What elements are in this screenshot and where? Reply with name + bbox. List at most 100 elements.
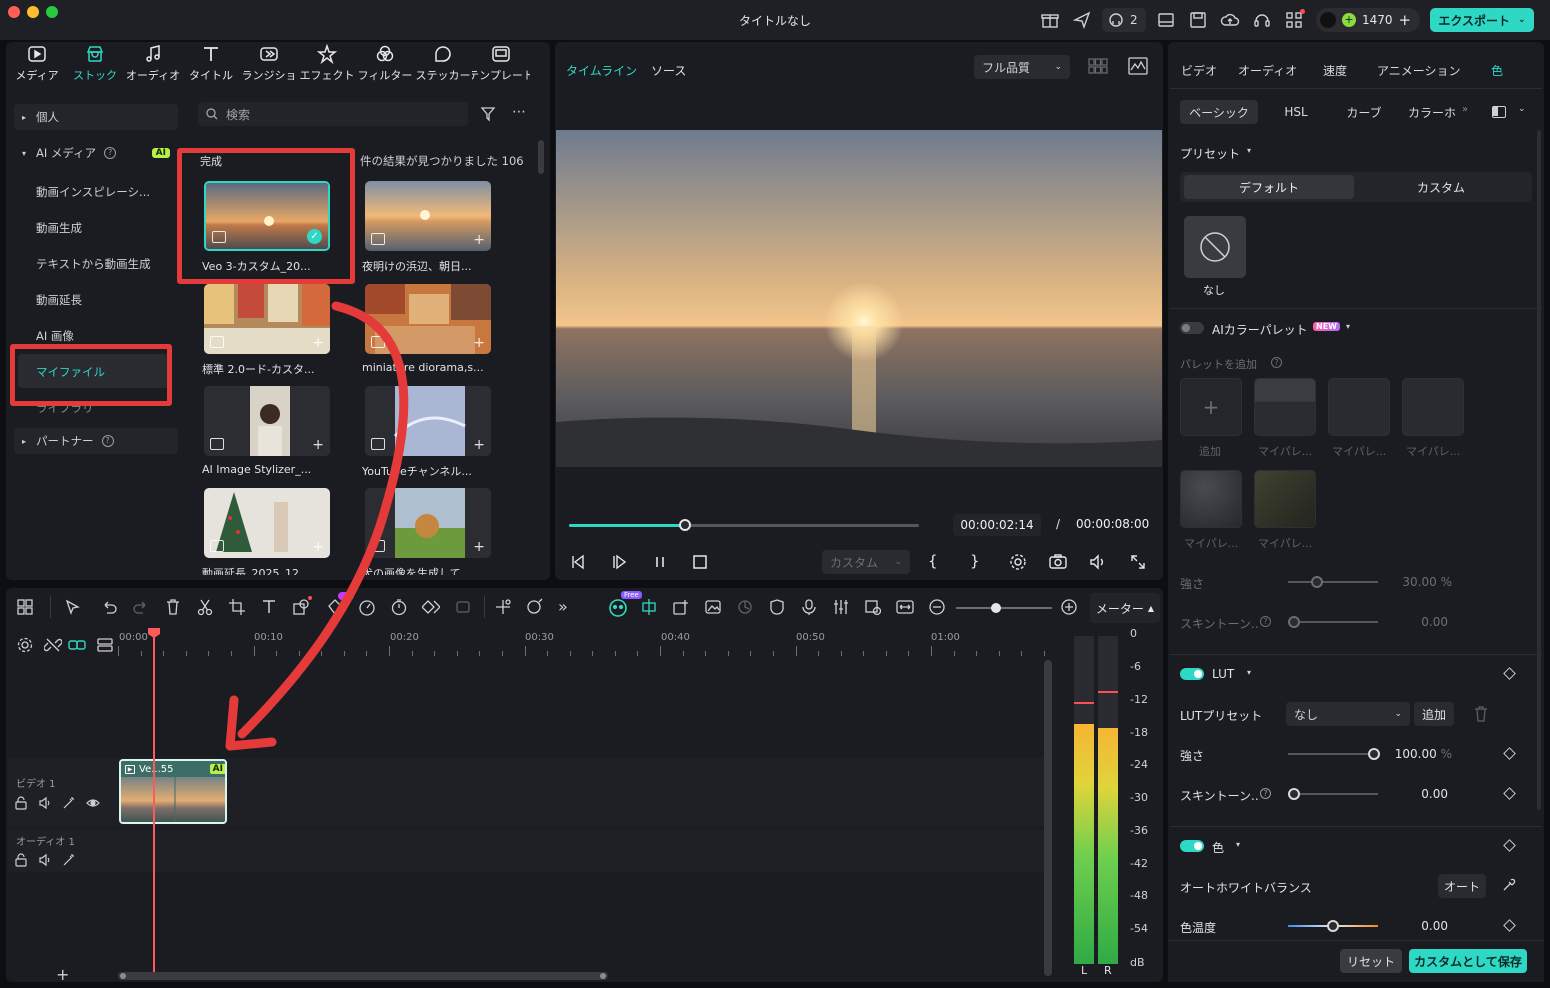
ai-palette-toggle[interactable] bbox=[1180, 322, 1204, 334]
sidebar-item-ai-media[interactable]: ▾ AI メディア ? AI bbox=[14, 140, 178, 166]
media-thumb-dawn-beach[interactable]: + bbox=[365, 181, 491, 251]
settings-gear-icon[interactable] bbox=[1008, 552, 1028, 572]
search-box[interactable]: 検索 bbox=[198, 102, 468, 126]
timeline-video-clip[interactable]: ▶ Ve...55 AI bbox=[119, 759, 227, 824]
preview-canvas[interactable] bbox=[556, 130, 1162, 467]
magic-wand-icon[interactable] bbox=[62, 853, 76, 867]
sidebar-item-ai-image[interactable]: AI 画像 bbox=[36, 328, 74, 344]
tab-speed[interactable]: 速度 bbox=[1323, 62, 1347, 79]
sidebar-item-video-inspiration[interactable]: 動画インスピレーシ... bbox=[36, 184, 150, 200]
palette-swatch[interactable] bbox=[1328, 378, 1390, 436]
lock-icon[interactable] bbox=[14, 796, 28, 810]
insert-icon[interactable] bbox=[672, 598, 690, 616]
cloud-upload-icon[interactable] bbox=[1220, 10, 1240, 30]
stop-icon[interactable] bbox=[690, 552, 710, 572]
layout-grid-icon[interactable] bbox=[16, 598, 34, 616]
scope-icon[interactable] bbox=[1128, 57, 1148, 75]
custom-dropdown[interactable]: カスタム ⌄ bbox=[822, 550, 910, 574]
tab-color[interactable]: 色 bbox=[1491, 62, 1503, 79]
delete-icon[interactable] bbox=[164, 598, 182, 616]
reset-button[interactable]: リセット bbox=[1340, 949, 1402, 973]
send-icon[interactable] bbox=[1072, 10, 1092, 30]
tab-stock[interactable]: ストック bbox=[66, 44, 124, 90]
preset-custom-button[interactable]: カスタム bbox=[1356, 175, 1526, 199]
eyedropper-icon[interactable] bbox=[1502, 878, 1516, 892]
export-button[interactable]: エクスポート ⌄ bbox=[1430, 8, 1534, 32]
redo-icon[interactable] bbox=[132, 598, 150, 616]
image-edit-icon[interactable] bbox=[704, 598, 722, 616]
subtab-curve[interactable]: カーブ bbox=[1340, 100, 1388, 124]
link-icon[interactable] bbox=[68, 636, 86, 654]
properties-scrollbar[interactable] bbox=[1537, 130, 1541, 810]
notifications-button[interactable]: 2 bbox=[1102, 8, 1146, 32]
layout-icon[interactable] bbox=[1156, 10, 1176, 30]
undo-icon[interactable] bbox=[100, 598, 118, 616]
sidebar-item-video-generation[interactable]: 動画生成 bbox=[36, 220, 82, 236]
tab-effect[interactable]: エフェクト bbox=[298, 44, 356, 90]
color-toggle[interactable] bbox=[1180, 840, 1204, 852]
zoom-out-icon[interactable] bbox=[928, 598, 946, 616]
help-icon[interactable]: ? bbox=[104, 147, 117, 159]
select-tool-icon[interactable] bbox=[64, 598, 82, 616]
add-icon[interactable]: + bbox=[473, 232, 485, 248]
speaker-icon[interactable] bbox=[38, 853, 52, 867]
tab-timeline[interactable]: タイムライン bbox=[566, 64, 637, 78]
ai-cut-icon[interactable] bbox=[494, 598, 512, 616]
zoom-in-icon[interactable] bbox=[1060, 598, 1078, 616]
ai-assistant-icon[interactable] bbox=[608, 598, 627, 617]
split-icon[interactable] bbox=[196, 598, 214, 616]
microphone-icon[interactable] bbox=[800, 598, 818, 616]
support-icon[interactable] bbox=[1252, 10, 1272, 30]
save-icon[interactable] bbox=[1188, 10, 1208, 30]
volume-icon[interactable] bbox=[1088, 552, 1108, 572]
more-options-icon[interactable]: ⋯ bbox=[512, 104, 527, 120]
caret-down-icon[interactable]: ▾ bbox=[1346, 322, 1350, 331]
chevron-down-icon[interactable]: ⌄ bbox=[1518, 104, 1526, 114]
unlink-icon[interactable] bbox=[44, 636, 62, 654]
add-icon[interactable]: + bbox=[473, 539, 485, 555]
add-track-icon[interactable] bbox=[96, 636, 114, 654]
render-icon[interactable] bbox=[864, 598, 882, 616]
snapshot-icon[interactable] bbox=[1048, 552, 1068, 572]
zoom-slider[interactable] bbox=[956, 603, 1052, 613]
lut-strength-slider[interactable] bbox=[1288, 748, 1380, 760]
caret-down-icon[interactable]: ▾ bbox=[1247, 668, 1251, 677]
tab-source[interactable]: ソース bbox=[651, 64, 686, 78]
tab-audio-props[interactable]: オーディオ bbox=[1238, 62, 1297, 79]
tab-filter[interactable]: フィルター bbox=[356, 44, 414, 90]
search-input[interactable]: 検索 bbox=[226, 106, 250, 123]
auto-reframe-icon[interactable] bbox=[736, 598, 754, 616]
tab-template[interactable]: テンプレート bbox=[472, 44, 530, 90]
add-track-button[interactable]: + bbox=[56, 965, 69, 984]
timeline-v-scrollbar[interactable] bbox=[1044, 660, 1052, 976]
add-palette-button[interactable]: + bbox=[1180, 378, 1242, 436]
ai-strength-slider[interactable] bbox=[1288, 576, 1378, 588]
more-tools-icon[interactable]: » bbox=[558, 598, 576, 616]
scene-detect-icon[interactable] bbox=[640, 598, 658, 616]
grid-view-icon[interactable] bbox=[1088, 58, 1108, 74]
palette-swatch[interactable] bbox=[1402, 378, 1464, 436]
tab-video[interactable]: ビデオ bbox=[1181, 62, 1217, 79]
help-icon[interactable]: ? bbox=[1271, 357, 1282, 368]
lut-skin-slider[interactable] bbox=[1288, 788, 1378, 800]
help-icon[interactable]: ? bbox=[1260, 788, 1271, 799]
help-icon[interactable]: ? bbox=[1260, 616, 1271, 627]
gift-icon[interactable] bbox=[1040, 10, 1060, 30]
tab-title[interactable]: タイトル bbox=[182, 44, 240, 90]
lut-add-button[interactable]: 追加 bbox=[1414, 702, 1454, 726]
apps-grid-icon[interactable] bbox=[1284, 9, 1305, 30]
speaker-icon[interactable] bbox=[38, 796, 52, 810]
fullscreen-icon[interactable] bbox=[1128, 552, 1148, 572]
playback-scrubber[interactable] bbox=[678, 519, 691, 531]
add-icon[interactable]: + bbox=[473, 437, 485, 453]
sidebar-item-partner[interactable]: ▸ パートナー ? bbox=[14, 428, 178, 454]
magic-wand-icon[interactable] bbox=[62, 796, 76, 810]
save-as-custom-button[interactable]: カスタムとして保存 bbox=[1409, 949, 1527, 973]
caret-down-icon[interactable]: ▾ bbox=[1236, 840, 1240, 849]
mark-in-icon[interactable]: { bbox=[928, 552, 948, 572]
mark-out-icon[interactable]: } bbox=[970, 552, 990, 572]
tab-sticker[interactable]: ステッカー bbox=[414, 44, 472, 90]
eye-icon[interactable] bbox=[86, 796, 100, 810]
preset-default-button[interactable]: デフォルト bbox=[1184, 175, 1354, 199]
timeline-h-scrollbar[interactable] bbox=[118, 972, 608, 980]
